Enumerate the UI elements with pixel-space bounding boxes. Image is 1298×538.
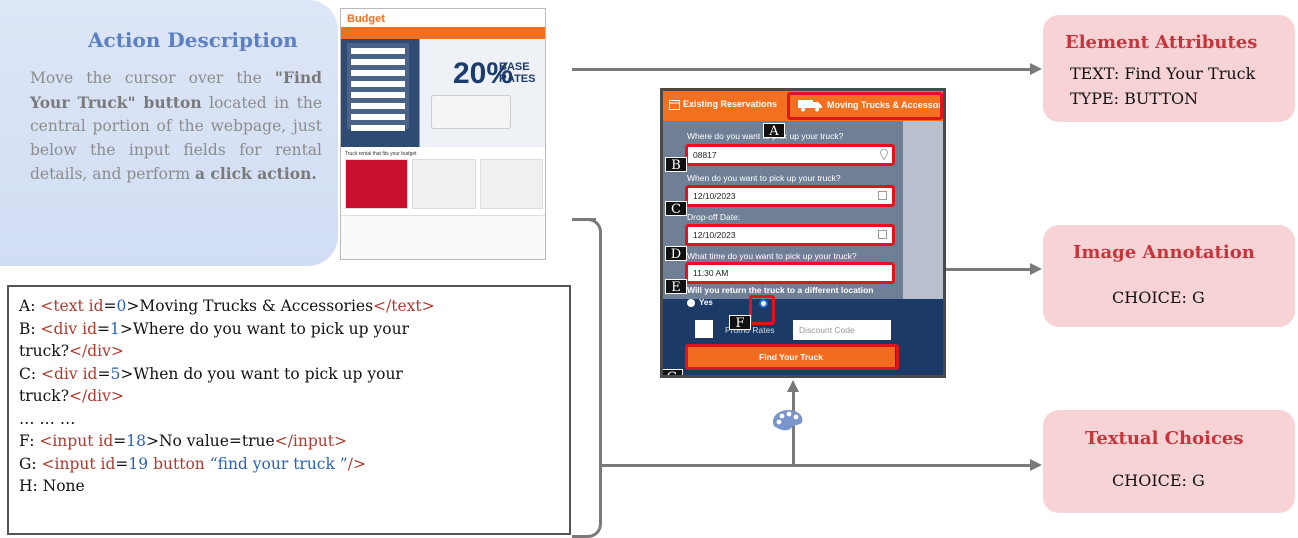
webpage-thumbnail: Budget 20% BASE RATES Truck rental that … xyxy=(340,8,546,260)
element-attributes-text: TEXT: Find Your Truck xyxy=(1070,64,1256,83)
return-yes-radio[interactable] xyxy=(687,299,695,307)
list-item: truck?</div> xyxy=(19,387,124,405)
form-side-panel xyxy=(903,121,943,301)
highlight-box-e xyxy=(685,262,895,284)
list-item: B: <div id=1>Where do you want to pick u… xyxy=(19,319,409,338)
arrow-head xyxy=(1030,63,1042,75)
connector-line xyxy=(946,268,1032,271)
thumbnail-tiles xyxy=(345,159,543,209)
thumbnail-base-rates: BASE RATES xyxy=(499,61,536,85)
list-item: F: <input id=18>No value=true</input> xyxy=(19,432,347,450)
highlight-box-b xyxy=(685,144,895,166)
pickup-time-label: What time do you want to pick up your tr… xyxy=(687,251,857,261)
return-location-label: Will you return the truck to a different… xyxy=(687,285,874,295)
list-item: A: <text id=0>Moving Trucks & Accessorie… xyxy=(19,297,435,315)
return-yes-label: Yes xyxy=(699,298,713,307)
element-attributes-type: TYPE: BUTTON xyxy=(1070,89,1199,108)
promo-rates-checkbox[interactable] xyxy=(695,320,713,338)
list-item: G: <input id=19 button “find your truck … xyxy=(19,454,366,473)
marker-c: C xyxy=(665,201,687,217)
marker-b: B xyxy=(665,157,687,173)
palette-icon xyxy=(772,410,803,431)
element-attributes-card: Element Attributes TEXT: Find Your Truck… xyxy=(1043,15,1295,122)
discount-code-input[interactable]: Discount Code xyxy=(793,320,891,340)
image-annotation-title: Image Annotation xyxy=(1073,242,1255,263)
textual-choices-title: Textual Choices xyxy=(1085,428,1244,449)
thumbnail-footer xyxy=(341,215,545,259)
bracket xyxy=(572,218,602,538)
connector-line xyxy=(572,68,1032,71)
highlight-box-g xyxy=(685,344,899,370)
budget-logo: Budget xyxy=(347,13,385,25)
truck-image xyxy=(431,95,511,129)
annotated-screenshot: Existing Reservations Moving Trucks & Ac… xyxy=(660,88,946,378)
calendar-icon xyxy=(669,100,680,110)
list-item-ellipsis: … … … xyxy=(19,409,76,428)
marker-e: E xyxy=(665,279,687,295)
element-attributes-title: Element Attributes xyxy=(1065,32,1258,53)
textual-choices-choice: CHOICE: G xyxy=(1112,471,1205,490)
pickup-date-label: When do you want to pick up your truck? xyxy=(687,173,841,183)
dropoff-date-label: Drop-off Date: xyxy=(687,212,741,222)
action-description-text: Move the cursor over the "Find Your Truc… xyxy=(30,68,322,183)
marker-f: F xyxy=(729,315,751,331)
textual-choices-card: Textual Choices CHOICE: G xyxy=(1043,410,1295,513)
highlight-box-a xyxy=(787,92,943,120)
thumbnail-nav-bar xyxy=(341,27,545,39)
highlight-box-d xyxy=(685,224,895,246)
image-annotation-card: Image Annotation CHOICE: G xyxy=(1043,225,1295,327)
highlight-box-c xyxy=(685,185,895,207)
tab-existing-reservations[interactable]: Existing Reservations xyxy=(683,99,777,109)
action-description-title: Action Description xyxy=(88,28,298,52)
list-item: truck?</div> xyxy=(19,342,124,360)
arrow-head xyxy=(1030,263,1042,275)
element-choices-list: A: <text id=0>Moving Trucks & Accessorie… xyxy=(7,285,571,535)
list-item: C: <div id=5>When do you want to pick up… xyxy=(19,364,403,383)
marker-a: A xyxy=(763,123,785,139)
arrow-head xyxy=(1030,459,1042,471)
thumbnail-fits-label: Truck rental that fits your budget xyxy=(345,151,417,157)
highlight-box-f xyxy=(749,295,775,325)
connector-line xyxy=(600,464,1032,467)
thumbnail-form xyxy=(347,43,409,131)
marker-g: G xyxy=(663,369,683,375)
image-annotation-choice: CHOICE: G xyxy=(1112,288,1205,307)
marker-d: D xyxy=(665,246,687,262)
list-item: H: None xyxy=(19,477,85,495)
arrow-head xyxy=(787,380,799,392)
